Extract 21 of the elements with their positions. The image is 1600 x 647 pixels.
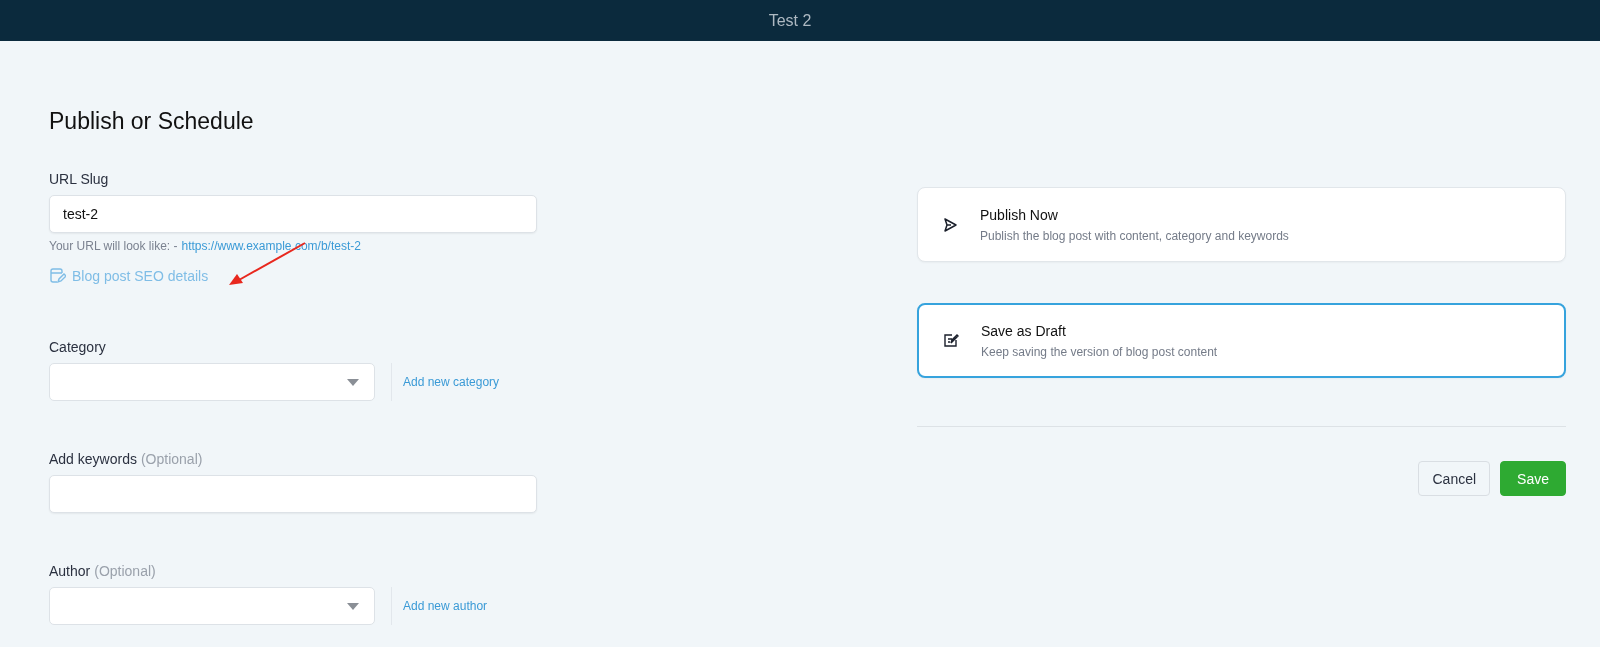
option-description: Keep saving the version of blog post content xyxy=(981,344,1218,359)
add-author-link[interactable]: Add new author xyxy=(403,599,488,613)
option-card[interactable]: Publish Now Publish the blog post with content, category and keywords xyxy=(917,187,1566,262)
option-description: Publish the blog post with content, category and keywords xyxy=(980,228,1289,243)
optional-label: (Optional) xyxy=(94,563,156,579)
option-card[interactable]: Save as Draft Keep saving the version of blog post content xyxy=(917,303,1566,378)
option-title: Save as Draft xyxy=(981,322,1067,339)
seo-details-link[interactable]: Blog post SEO details xyxy=(49,267,209,284)
field-label: Author xyxy=(49,563,91,579)
add-category-link[interactable]: Add new category xyxy=(403,375,500,389)
cancel-button[interactable]: Cancel xyxy=(1418,461,1491,496)
url-slug-field[interactable]: test-2 xyxy=(49,195,537,233)
field-label: Add keywords xyxy=(49,451,137,467)
field-label: URL Slug xyxy=(49,171,110,187)
window-title: Test 2 xyxy=(768,11,812,30)
page-heading: Publish or Schedule xyxy=(49,108,255,135)
optional-label: (Optional) xyxy=(140,451,203,467)
field-label: Category xyxy=(49,339,107,355)
option-title: Publish Now xyxy=(980,206,1059,223)
save-button[interactable]: Save xyxy=(1500,461,1566,496)
url-hint: Your URL will look like: - xyxy=(49,239,178,253)
